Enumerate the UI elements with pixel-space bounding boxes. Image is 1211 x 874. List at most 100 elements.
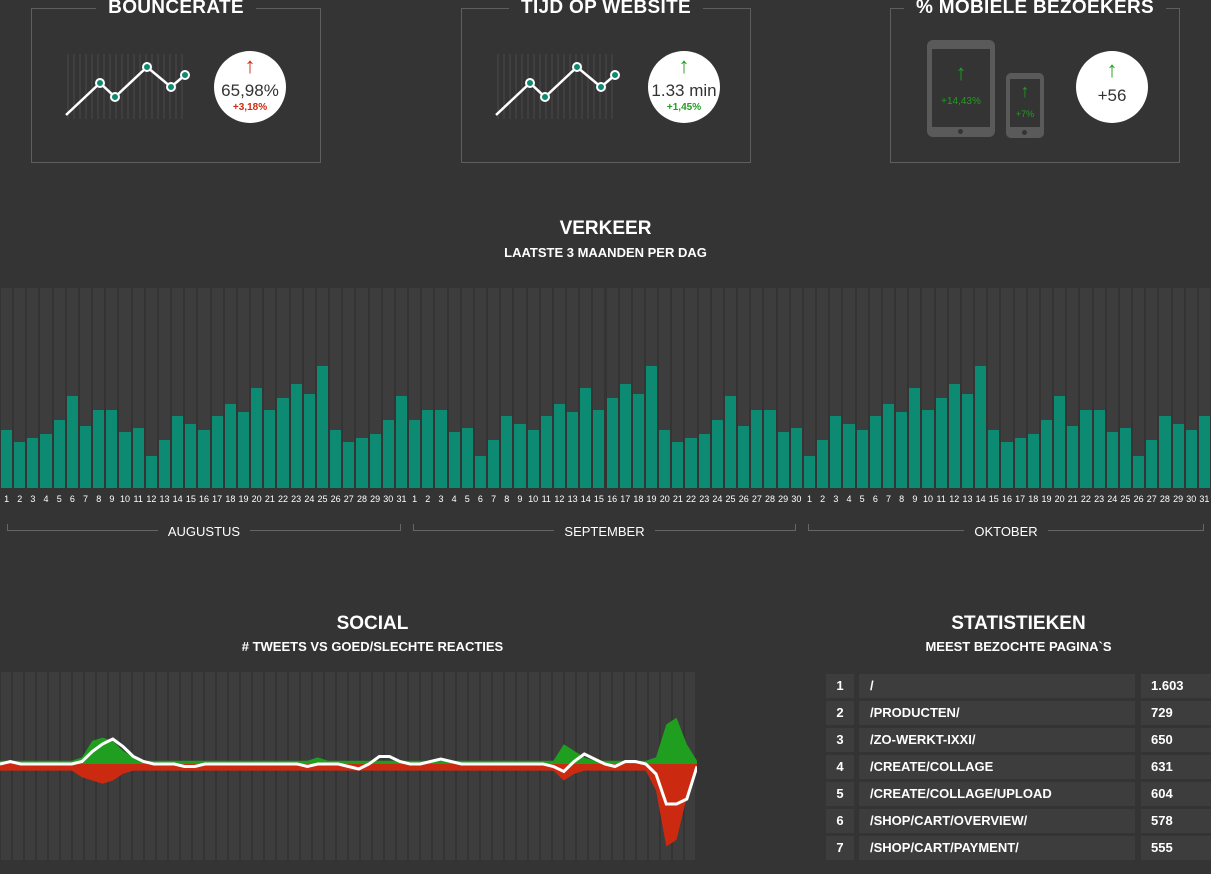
traffic-bar[interactable] — [1001, 442, 1013, 488]
traffic-bar[interactable] — [224, 404, 236, 488]
traffic-bar[interactable] — [632, 394, 644, 488]
traffic-bar[interactable] — [1054, 396, 1066, 488]
traffic-bar[interactable] — [698, 434, 710, 488]
traffic-bar[interactable] — [277, 398, 289, 488]
traffic-bar[interactable] — [645, 366, 658, 488]
traffic-bar[interactable] — [198, 430, 210, 488]
traffic-bar[interactable] — [738, 426, 750, 488]
traffic-bar[interactable] — [66, 396, 78, 488]
traffic-bar[interactable] — [1040, 420, 1053, 488]
traffic-bar[interactable] — [382, 420, 394, 488]
traffic-bar[interactable] — [435, 410, 447, 488]
stats-rank: 3 — [826, 728, 854, 752]
traffic-bar[interactable] — [685, 438, 697, 488]
traffic-bar[interactable] — [290, 384, 302, 488]
traffic-bar[interactable] — [830, 416, 842, 488]
traffic-bar[interactable] — [53, 420, 65, 488]
traffic-bar[interactable] — [422, 410, 434, 488]
traffic-bar[interactable] — [1159, 416, 1171, 488]
traffic-bar[interactable] — [580, 388, 592, 488]
traffic-bar[interactable] — [409, 420, 421, 488]
traffic-bar[interactable] — [158, 440, 171, 488]
traffic-bar[interactable] — [1106, 432, 1118, 488]
traffic-bar[interactable] — [843, 424, 855, 488]
traffic-bar[interactable] — [540, 416, 552, 488]
traffic-bar[interactable] — [474, 456, 487, 488]
traffic-bar[interactable] — [567, 412, 579, 488]
kpi-value-circle: ↑ 65,98% +3,18% — [214, 51, 286, 123]
traffic-bar[interactable] — [527, 430, 539, 488]
traffic-bar[interactable] — [145, 456, 157, 488]
traffic-bar[interactable] — [132, 428, 144, 488]
traffic-bar[interactable] — [395, 396, 408, 488]
traffic-bar[interactable] — [501, 416, 513, 488]
traffic-bar[interactable] — [856, 430, 868, 488]
traffic-bar[interactable] — [106, 410, 118, 488]
traffic-bar[interactable] — [1119, 428, 1131, 488]
traffic-bar[interactable] — [1014, 438, 1026, 488]
traffic-bar[interactable] — [909, 388, 921, 488]
traffic-bar[interactable] — [343, 442, 355, 488]
traffic-bar[interactable] — [1080, 410, 1092, 488]
traffic-bar[interactable] — [751, 410, 763, 488]
traffic-bar[interactable] — [40, 434, 52, 488]
traffic-bar[interactable] — [1146, 440, 1158, 488]
traffic-bar[interactable] — [790, 428, 802, 488]
traffic-bar[interactable] — [1093, 410, 1105, 488]
traffic-bar[interactable] — [764, 410, 776, 488]
traffic-bar[interactable] — [1198, 416, 1210, 488]
traffic-bar[interactable] — [672, 442, 684, 488]
traffic-bar[interactable] — [803, 456, 816, 488]
bar-track — [869, 288, 881, 488]
traffic-bar[interactable] — [211, 416, 223, 488]
traffic-bar[interactable] — [264, 410, 276, 488]
traffic-bar[interactable] — [619, 384, 631, 488]
traffic-bar[interactable] — [777, 432, 789, 488]
traffic-bar[interactable] — [935, 398, 947, 488]
traffic-bar[interactable] — [119, 432, 131, 488]
traffic-bar[interactable] — [448, 432, 460, 488]
traffic-bar[interactable] — [369, 434, 381, 488]
traffic-bar[interactable] — [896, 412, 908, 488]
traffic-bar[interactable] — [724, 396, 737, 488]
traffic-bar[interactable] — [817, 440, 829, 488]
traffic-bar[interactable] — [869, 416, 881, 488]
traffic-bar[interactable] — [356, 438, 368, 488]
bar-track — [514, 288, 526, 488]
traffic-bar[interactable] — [1, 430, 13, 488]
traffic-bar[interactable] — [948, 384, 960, 488]
traffic-bar[interactable] — [606, 398, 618, 488]
traffic-bar[interactable] — [1027, 434, 1039, 488]
traffic-bar[interactable] — [251, 388, 263, 488]
traffic-bar[interactable] — [93, 410, 105, 488]
day-label: 12 — [949, 494, 960, 504]
traffic-bar[interactable] — [79, 426, 92, 488]
traffic-bar[interactable] — [330, 430, 342, 488]
traffic-bar[interactable] — [316, 366, 329, 488]
traffic-bar[interactable] — [593, 410, 605, 488]
traffic-bar[interactable] — [303, 394, 315, 488]
traffic-bar[interactable] — [488, 440, 500, 488]
traffic-bar[interactable] — [882, 404, 895, 488]
traffic-bar[interactable] — [514, 424, 526, 488]
traffic-bar[interactable] — [27, 438, 39, 488]
traffic-bar[interactable] — [1185, 430, 1197, 488]
traffic-bar[interactable] — [461, 428, 473, 488]
traffic-bar[interactable] — [1172, 424, 1184, 488]
traffic-bar[interactable] — [1133, 456, 1145, 488]
traffic-bar[interactable] — [922, 410, 934, 488]
traffic-bar[interactable] — [1067, 426, 1079, 488]
day-label: 26 — [1133, 494, 1144, 504]
day-label: 21 — [672, 494, 683, 504]
traffic-bar[interactable] — [975, 366, 987, 488]
traffic-bar[interactable] — [14, 442, 26, 488]
traffic-bar[interactable] — [237, 412, 250, 488]
traffic-bar[interactable] — [659, 430, 671, 488]
traffic-bar[interactable] — [711, 420, 723, 488]
traffic-bar[interactable] — [988, 430, 1000, 488]
traffic-bar[interactable] — [172, 416, 184, 488]
traffic-bar[interactable] — [961, 394, 974, 488]
traffic-bar[interactable] — [185, 424, 197, 488]
day-label: 6 — [69, 494, 75, 504]
traffic-bar[interactable] — [553, 404, 565, 488]
